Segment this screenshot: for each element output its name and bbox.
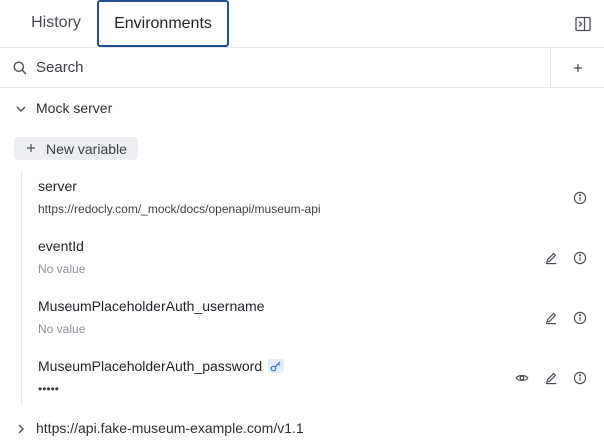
add-environment-icon[interactable] — [570, 60, 586, 76]
group-mock-server[interactable]: Mock server — [0, 96, 604, 122]
variable-name: eventId — [38, 238, 84, 254]
eye-icon[interactable] — [515, 371, 529, 385]
secret-key-icon — [268, 359, 285, 373]
variable-row-eventid: eventId No value — [22, 230, 604, 290]
new-variable-label: New variable — [46, 141, 127, 157]
search-input[interactable] — [36, 54, 536, 80]
variable-name: server — [38, 178, 77, 194]
variable-list: server https://redocly.com/_mock/docs/op… — [21, 170, 604, 406]
group-label: https://api.fake-museum-example.com/v1.1 — [36, 420, 304, 436]
group-fake-museum-api[interactable]: https://api.fake-museum-example.com/v1.1 — [0, 416, 604, 442]
search-bar — [0, 48, 604, 88]
variable-row-password: MuseumPlaceholderAuth_password ••••• — [22, 350, 604, 410]
info-icon[interactable] — [573, 371, 587, 385]
group-label: Mock server — [36, 100, 113, 116]
variable-value: No value — [38, 262, 86, 276]
variable-name: MuseumPlaceholderAuth_username — [38, 298, 265, 314]
variable-row-server: server https://redocly.com/_mock/docs/op… — [22, 170, 604, 230]
pencil-icon[interactable] — [544, 251, 558, 265]
panel-toggle-icon[interactable] — [574, 15, 592, 33]
variable-value: No value — [38, 322, 86, 336]
info-icon[interactable] — [573, 191, 587, 205]
variable-row-username: MuseumPlaceholderAuth_username No value — [22, 290, 604, 350]
tab-environments[interactable]: Environments — [97, 0, 229, 47]
variable-value-masked: ••••• — [38, 382, 60, 396]
chevron-right-icon — [14, 422, 28, 436]
search-divider — [550, 48, 551, 87]
plus-icon — [25, 142, 37, 154]
pencil-icon[interactable] — [544, 311, 558, 325]
search-icon — [12, 60, 28, 76]
info-icon[interactable] — [573, 251, 587, 265]
pencil-icon[interactable] — [544, 371, 558, 385]
variable-name: MuseumPlaceholderAuth_password — [38, 358, 285, 374]
new-variable-button[interactable]: New variable — [14, 137, 138, 160]
tab-history[interactable]: History — [18, 0, 94, 47]
info-icon[interactable] — [573, 311, 587, 325]
variable-value: https://redocly.com/_mock/docs/openapi/m… — [38, 202, 321, 216]
chevron-down-icon — [14, 102, 28, 116]
tab-bar: History Environments — [0, 0, 604, 48]
